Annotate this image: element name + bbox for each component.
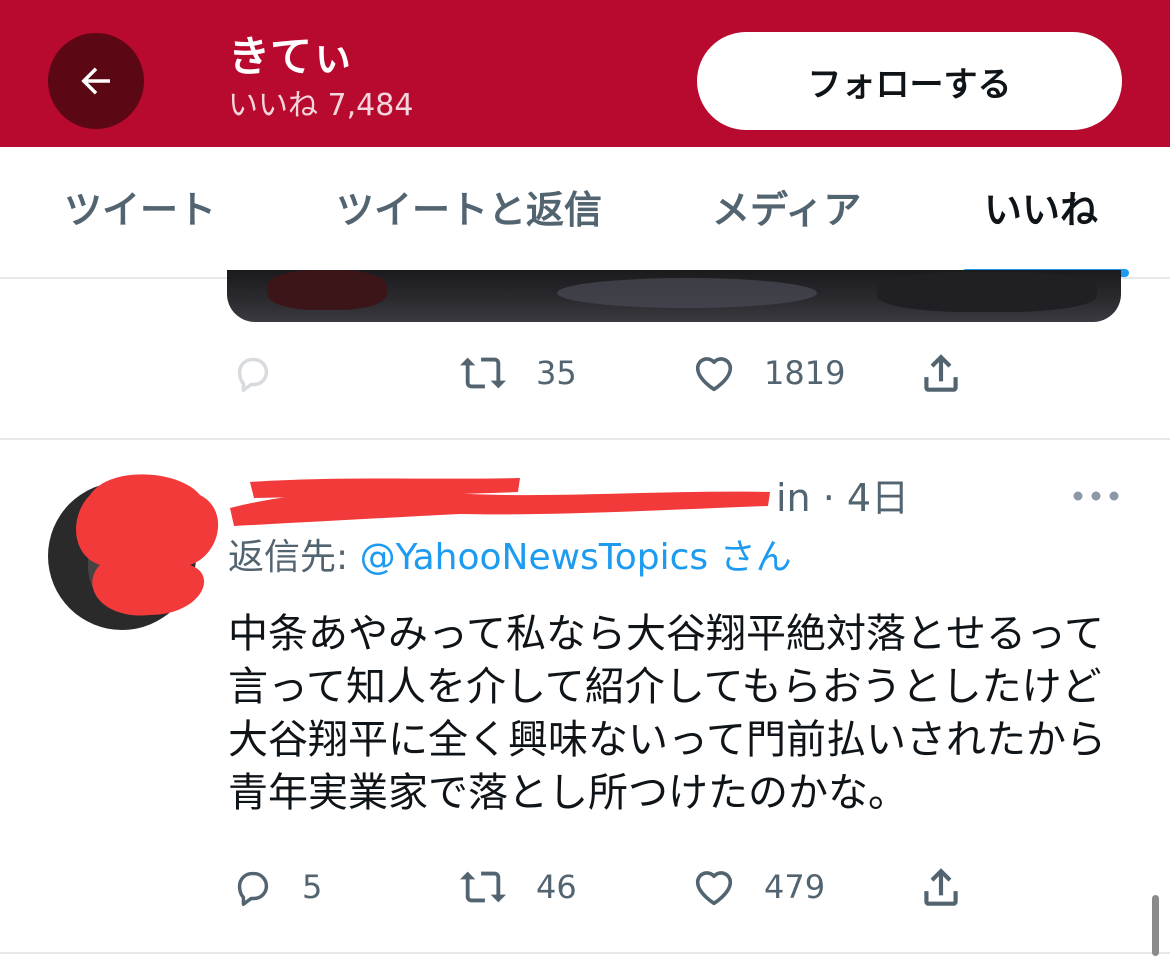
- share-button[interactable]: [916, 857, 966, 917]
- share-icon: [924, 354, 958, 392]
- follow-button[interactable]: フォローする: [697, 32, 1122, 130]
- retweet-count: 46: [536, 868, 577, 906]
- tab-likes[interactable]: いいね: [984, 191, 1098, 229]
- like-count: 479: [764, 868, 826, 906]
- like-count: 1819: [764, 354, 846, 392]
- divider: [0, 438, 1170, 440]
- redaction-scribble: [230, 478, 770, 526]
- reply-handle-link[interactable]: @YahooNewsTopics さん: [360, 537, 792, 578]
- scrollbar[interactable]: [1152, 895, 1159, 956]
- like-icon: [695, 357, 733, 392]
- reply-icon: [237, 871, 269, 906]
- profile-name: きてぃ: [228, 32, 355, 81]
- tweet-time[interactable]: 4日: [847, 476, 909, 520]
- more-icon[interactable]: [1072, 490, 1120, 502]
- divider: [0, 952, 1170, 954]
- like-button[interactable]: 479: [690, 857, 825, 917]
- tab-media[interactable]: メディア: [712, 191, 861, 229]
- back-button[interactable]: [48, 33, 144, 129]
- reply-context: 返信先: @YahooNewsTopics さん: [228, 534, 792, 582]
- tweet-actions: 35 1819: [0, 343, 1170, 403]
- retweet-button[interactable]: 35: [456, 343, 577, 403]
- tweet-actions: 5 46 479: [0, 857, 1170, 917]
- retweet-icon: [460, 871, 506, 903]
- author-handle-fragment[interactable]: in: [776, 476, 811, 520]
- retweet-button[interactable]: 46: [456, 857, 577, 917]
- redaction-scribble: [76, 474, 219, 616]
- likes-count: いいね 7,484: [228, 88, 414, 123]
- reply-icon: [237, 357, 269, 392]
- like-icon: [695, 871, 733, 906]
- share-button[interactable]: [916, 343, 966, 403]
- profile-header: きてぃ いいね 7,484 フォローする: [0, 0, 1170, 147]
- tweet-text: 中条あやみって私なら大谷翔平絶対落とせるって言って知人を介して紹介してもらおうと…: [228, 611, 1106, 816]
- retweet-icon: [460, 357, 506, 389]
- tab-tweets[interactable]: ツイート: [64, 191, 216, 229]
- profile-tabs: ツイート ツイートと返信 メディア いいね: [0, 147, 1170, 279]
- tab-tweets-and-replies[interactable]: ツイートと返信: [336, 191, 602, 229]
- reply-prefix: 返信先:: [228, 537, 360, 578]
- reply-button[interactable]: [230, 343, 276, 403]
- tweet-media[interactable]: [227, 270, 1121, 322]
- share-icon: [924, 868, 958, 906]
- reply-button[interactable]: 5: [230, 857, 322, 917]
- reply-count: 5: [302, 868, 323, 906]
- like-button[interactable]: 1819: [690, 343, 845, 403]
- time-separator: ·: [810, 476, 847, 520]
- back-arrow-icon: [81, 67, 110, 95]
- retweet-count: 35: [536, 354, 577, 392]
